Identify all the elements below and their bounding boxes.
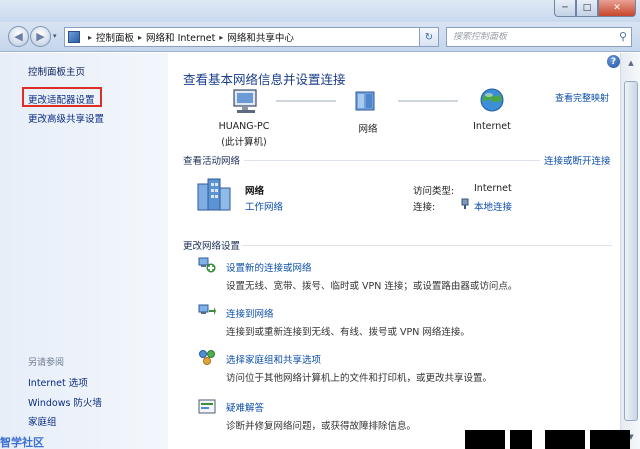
- active-networks-heading: 查看活动网络: [183, 156, 241, 167]
- task-troubleshoot[interactable]: 疑难解答: [226, 400, 264, 414]
- sidebar-item-homegroup[interactable]: 家庭组: [28, 414, 57, 428]
- recent-pages-dropdown[interactable]: ▾: [53, 32, 57, 40]
- vertical-scrollbar[interactable]: ▲ ▼: [620, 53, 640, 449]
- view-full-map-link[interactable]: 查看完整映射: [555, 91, 609, 104]
- node-sublabel-this-pc: (此计算机): [221, 137, 267, 148]
- scroll-up-icon[interactable]: ▲: [624, 57, 638, 69]
- active-network-name: 网络: [245, 186, 265, 197]
- ethernet-icon: [461, 198, 469, 209]
- navigation-bar: ◀ ▶ ▾ ▸ 控制面板 ▸ 网络和 Internet ▸ 网络和共享中心 ▾ …: [0, 22, 640, 52]
- search-box[interactable]: ⚲: [446, 27, 632, 47]
- section-divider: [242, 245, 612, 246]
- task-connect-to-network-desc: 连接到或重新连接到无线、有线、拨号或 VPN 网络连接。: [226, 327, 470, 338]
- maximize-button[interactable]: □: [576, 0, 598, 17]
- node-label-network: 网络: [358, 124, 378, 135]
- search-icon[interactable]: ⚲: [619, 30, 627, 43]
- new-connection-icon: [198, 257, 216, 273]
- control-panel-icon: [68, 31, 80, 43]
- local-connection-link[interactable]: 本地连接: [474, 199, 512, 213]
- sidebar-item-change-adapter-settings[interactable]: 更改适配器设置: [28, 92, 95, 106]
- network-type-link[interactable]: 工作网络: [245, 199, 283, 213]
- page-title: 查看基本网络信息并设置连接: [183, 72, 346, 87]
- forward-button[interactable]: ▶: [30, 26, 51, 47]
- access-type-label: 访问类型:: [413, 186, 455, 197]
- task-homegroup-sharing[interactable]: 选择家庭组和共享选项: [226, 352, 321, 366]
- connect-disconnect-link[interactable]: 连接或断开连接: [544, 153, 611, 167]
- task-connect-to-network[interactable]: 连接到网络: [226, 306, 274, 320]
- node-label-this-pc: HUANG-PC: [218, 121, 270, 132]
- section-divider: [244, 160, 540, 161]
- troubleshoot-icon: [198, 399, 216, 414]
- connection-line: [398, 100, 458, 102]
- close-button[interactable]: ✕: [598, 0, 636, 17]
- back-button[interactable]: ◀: [8, 26, 29, 47]
- breadcrumb-separator[interactable]: ▸: [138, 33, 142, 42]
- task-setup-new-connection[interactable]: 设置新的连接或网络: [226, 260, 312, 274]
- breadcrumb-separator[interactable]: ▸: [88, 33, 92, 42]
- connection-line: [276, 100, 336, 102]
- globe-icon: [480, 88, 504, 112]
- connections-label: 连接:: [413, 202, 436, 213]
- access-type-value: Internet: [474, 183, 512, 194]
- search-input[interactable]: [453, 32, 613, 42]
- task-troubleshoot-desc: 诊断并修复网络问题，或获得故障排除信息。: [226, 421, 417, 432]
- sidebar-item-internet-options[interactable]: Internet 选项: [28, 375, 88, 389]
- change-settings-heading: 更改网络设置: [183, 241, 241, 252]
- building-network-icon: [197, 178, 231, 211]
- homegroup-icon: [199, 350, 215, 365]
- refresh-button[interactable]: ↻: [419, 27, 439, 47]
- connect-network-icon: [198, 304, 216, 315]
- computer-icon: [233, 89, 257, 113]
- window-titlebar: ─ □ ✕: [0, 0, 640, 22]
- network-icon: [355, 91, 375, 111]
- scrollbar-thumb[interactable]: [624, 81, 638, 421]
- help-icon[interactable]: ?: [607, 55, 620, 68]
- node-label-internet: Internet: [473, 121, 511, 132]
- task-setup-new-connection-desc: 设置无线、宽带、拨号、临时或 VPN 连接；或设置路由器或访问点。: [226, 281, 518, 292]
- sidebar-item-advanced-sharing-settings[interactable]: 更改高级共享设置: [28, 111, 104, 125]
- breadcrumb-network-internet[interactable]: 网络和 Internet: [146, 30, 215, 44]
- minimize-button[interactable]: ─: [554, 0, 576, 17]
- breadcrumb-control-panel[interactable]: 控制面板: [96, 30, 134, 44]
- see-also-heading: 另请参阅: [28, 358, 65, 368]
- breadcrumb-separator[interactable]: ▸: [219, 33, 223, 42]
- breadcrumb-network-sharing-center[interactable]: 网络和共享中心: [227, 30, 294, 44]
- sidebar-item-control-panel-home[interactable]: 控制面板主页: [28, 64, 85, 78]
- sidebar-item-windows-firewall[interactable]: Windows 防火墙: [28, 395, 102, 409]
- task-homegroup-sharing-desc: 访问位于其他网络计算机上的文件和打印机，或更改共享设置。: [226, 373, 493, 384]
- watermark-text: 智学社区: [0, 436, 44, 449]
- address-breadcrumb[interactable]: ▸ 控制面板 ▸ 网络和 Internet ▸ 网络和共享中心 ▾: [64, 27, 435, 47]
- caption-buttons: ─ □ ✕: [554, 0, 636, 17]
